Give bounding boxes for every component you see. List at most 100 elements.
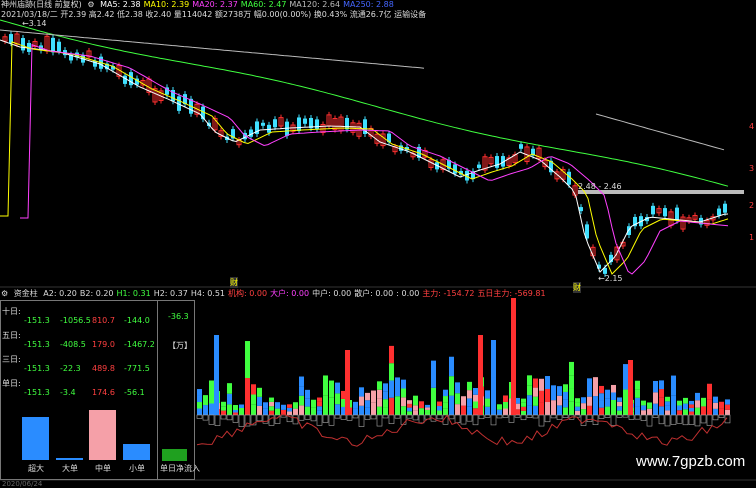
flow-bar xyxy=(329,380,334,398)
flow-bar xyxy=(293,408,298,415)
flow-bar xyxy=(221,410,226,415)
flow-bar xyxy=(233,407,238,410)
flow-bar xyxy=(425,412,430,415)
flow-bar xyxy=(239,411,244,415)
flow-bar-neg xyxy=(328,414,335,426)
flow-bar xyxy=(461,405,466,415)
high-price-value: 3.14 xyxy=(28,19,47,28)
flow-bar-neg xyxy=(520,414,527,421)
flow-bar-neg xyxy=(472,414,479,426)
flow-bar-neg xyxy=(256,414,263,422)
flow-bar xyxy=(389,397,394,415)
settings-icon[interactable]: ⚙ xyxy=(87,0,94,9)
flow-bar xyxy=(407,400,412,404)
flow-bar xyxy=(335,382,340,394)
flow-bar xyxy=(659,380,664,390)
flow-bar xyxy=(437,406,442,411)
candle xyxy=(519,144,523,149)
flow-bar xyxy=(611,384,616,393)
flow-bar xyxy=(659,389,664,398)
flow-bar-neg xyxy=(310,414,317,422)
flow-bar xyxy=(317,397,322,402)
panel-divider xyxy=(157,300,158,480)
flow-bar xyxy=(287,404,292,408)
flow-bar xyxy=(203,395,208,406)
flow-bar xyxy=(407,407,412,412)
flow-bar xyxy=(299,386,304,396)
fund-legend-item: H4: 0.51 xyxy=(190,289,225,298)
flow-bar-neg xyxy=(688,414,695,425)
bottom-header: ⚙ 资金柱 A2: 0.20 B2: 0.20 H1: 0.31 H2: 0.37 H4… xyxy=(1,289,552,299)
flow-bar-neg xyxy=(610,414,617,426)
flow-bar xyxy=(533,405,538,415)
flow-bar xyxy=(473,408,478,415)
flow-bar-neg xyxy=(682,414,689,426)
event-marker[interactable]: 财 xyxy=(230,277,238,288)
flow-bar xyxy=(425,407,430,410)
flow-bar-neg xyxy=(214,414,221,426)
flow-bar xyxy=(413,410,418,415)
flow-bar xyxy=(635,397,640,407)
capital-flow-bars xyxy=(196,298,731,427)
ma120-line xyxy=(0,29,425,69)
flow-bar xyxy=(575,406,580,411)
flow-bar xyxy=(575,410,580,415)
flow-bar xyxy=(551,385,556,401)
candle xyxy=(273,119,277,128)
flow-bar xyxy=(335,393,340,405)
flow-bar xyxy=(653,403,658,415)
flow-bar xyxy=(539,378,544,391)
indicator-name[interactable]: 神州庙跡(日线 前复权) xyxy=(1,0,82,9)
flow-bar xyxy=(323,375,328,396)
fund-legend-item: 大户: 0.00 xyxy=(270,289,310,298)
candle xyxy=(723,203,727,213)
candle xyxy=(267,124,271,133)
flow-bar xyxy=(437,410,442,415)
flow-bar xyxy=(389,363,394,381)
flow-bar xyxy=(641,405,646,411)
flow-bar xyxy=(641,410,646,415)
low-price-value: 2.15 xyxy=(604,274,623,283)
flow-bar xyxy=(227,393,232,405)
flow-bar xyxy=(443,389,448,397)
flow-spike xyxy=(214,335,219,415)
flow-bar xyxy=(443,402,448,409)
fund-cell: -1056.5 xyxy=(60,316,91,325)
event-marker[interactable]: 财 xyxy=(573,282,581,293)
flow-bar xyxy=(311,407,316,415)
indicator-title[interactable]: 资金柱 xyxy=(14,289,38,298)
flow-bar xyxy=(269,397,274,402)
flow-bar-neg xyxy=(226,414,233,421)
fund-legend-item: : 0.00 xyxy=(396,289,420,298)
flow-bar-neg xyxy=(370,414,377,420)
flow-bar xyxy=(587,396,592,406)
fund-cell: -22.3 xyxy=(60,364,81,373)
flow-bar xyxy=(569,401,574,415)
flow-bar xyxy=(725,399,730,405)
flow-bar xyxy=(443,396,448,403)
candle xyxy=(123,75,127,84)
flow-bar xyxy=(725,404,730,410)
flow-bar xyxy=(389,345,394,364)
flow-bar-neg xyxy=(358,414,365,427)
flow-bar xyxy=(521,406,526,411)
ma10-line xyxy=(0,41,729,275)
flow-bar xyxy=(377,389,382,399)
flow-bar xyxy=(599,393,604,401)
flow-bar-neg xyxy=(460,414,467,425)
flow-bar xyxy=(635,389,640,398)
flow-bar-neg xyxy=(376,414,383,427)
flow-bar xyxy=(377,406,382,415)
flow-spike xyxy=(478,335,483,415)
flow-bar xyxy=(617,410,622,415)
flow-bar xyxy=(671,395,676,415)
candle xyxy=(477,164,481,168)
flow-bar xyxy=(449,376,454,396)
settings-icon[interactable]: ⚙ xyxy=(1,289,8,298)
fund-bar xyxy=(22,417,49,460)
flow-bar xyxy=(683,403,688,410)
flow-bar-neg xyxy=(616,414,623,418)
flow-bar xyxy=(419,408,424,415)
fund-row-label: 五日: xyxy=(2,331,21,340)
flow-bar xyxy=(419,401,424,409)
